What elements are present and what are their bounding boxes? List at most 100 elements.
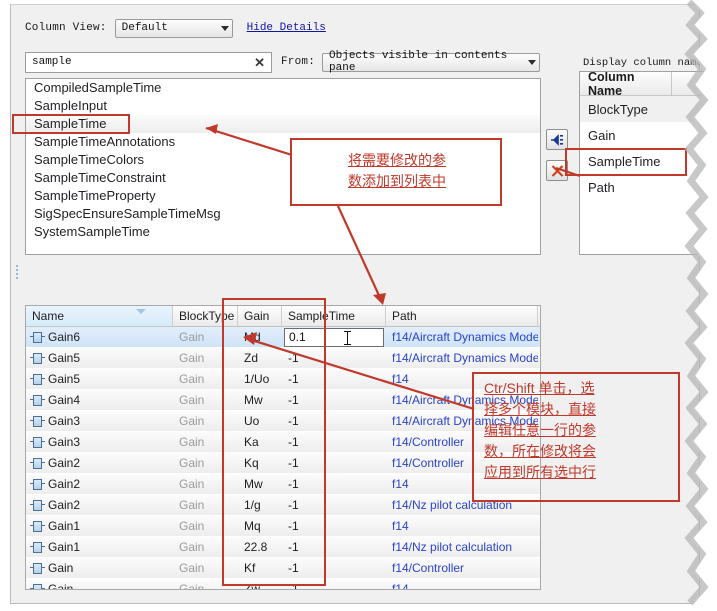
block-icon (30, 331, 45, 343)
display-column-label: BlockType (588, 101, 648, 117)
cell-path[interactable]: f14/Aircraft Dynamics Model (386, 348, 538, 368)
cell-block-type-label: Gain (179, 498, 205, 512)
annotation-line: 编辑任意一行的参 (484, 422, 596, 438)
arrow-into-list-icon (551, 133, 563, 146)
cell-name[interactable]: Gain2 (26, 474, 173, 494)
cell-name[interactable]: Gain5 (26, 348, 173, 368)
cell-block-type-label: Gain (179, 372, 205, 386)
note-right-text: Ctr/Shift 单击，选 择多个模块，直接 编辑任意一行的参 数，所在修改将会 应用… (484, 378, 670, 483)
table-header-label: Name (32, 309, 65, 323)
cell-path[interactable]: f14/Aircraft Dynamics Model (386, 327, 538, 347)
column-view-label: Column View: (25, 22, 107, 34)
chevron-down-icon (528, 59, 537, 65)
splitter-dot (16, 265, 18, 267)
highlight-sampletime-column (222, 298, 326, 586)
search-input[interactable]: sample ✕ (25, 51, 272, 73)
cell-name-label: Gain (48, 561, 74, 575)
search-scope-select[interactable]: Objects visible in contents pane (322, 50, 541, 74)
cell-name[interactable]: Gain3 (26, 432, 173, 452)
cell-path-label: f14 (392, 519, 409, 533)
cell-name-label: Gain2 (48, 498, 81, 512)
block-icon (30, 415, 45, 427)
cell-name[interactable]: Gain1 (26, 516, 173, 536)
splitter-dot (16, 269, 18, 271)
block-icon (30, 478, 45, 490)
cell-path-label: f14/Aircraft Dynamics Model (392, 351, 538, 365)
cell-name[interactable]: Gain2 (26, 495, 173, 515)
cell-block-type-label: Gain (179, 519, 205, 533)
cell-path[interactable]: f14 (386, 516, 538, 536)
cell-path-label: f14/Controller (392, 456, 465, 470)
cell-path[interactable]: f14 (386, 579, 538, 590)
block-icon (30, 352, 45, 364)
cell-name-label: Gain5 (48, 372, 81, 386)
cell-path-label: f14/Aircraft Dynamics Model (392, 330, 538, 344)
block-icon (30, 373, 45, 385)
cell-name-label: Gain (48, 582, 74, 590)
note-top-text: 将需要修改的参 数添加到列表中 (302, 150, 492, 192)
column-view-selected-value: Default (121, 22, 168, 34)
annotation-line: 数添加到列表中 (348, 173, 446, 189)
cell-name[interactable]: Gain1 (26, 537, 173, 557)
cell-path-label: f14 (392, 477, 409, 491)
display-column-item[interactable]: Path (580, 174, 710, 200)
text-cursor-icon (344, 330, 351, 345)
table-header-path[interactable]: Path (386, 306, 538, 326)
list-item[interactable]: SigSpecEnsureSampleTimeMsg (26, 205, 540, 223)
list-item[interactable]: SampleInput (26, 97, 540, 115)
cell-path-label: f14 (392, 582, 409, 590)
cell-name[interactable]: Gain4 (26, 390, 173, 410)
table-header-name[interactable]: Name (26, 306, 173, 326)
column-view-select[interactable]: Default (114, 18, 233, 38)
display-column-item[interactable]: BlockType (580, 96, 710, 122)
block-icon (30, 562, 45, 574)
model-explorer-window: Column View: Default Hide Details sample… (10, 4, 717, 604)
block-icon (30, 520, 45, 532)
cell-path-label: f14/Nz pilot calculation (392, 540, 513, 554)
annotation-line: 将需要修改的参 (348, 152, 446, 168)
close-icon[interactable]: ✕ (254, 56, 271, 69)
sort-ascending-icon (136, 309, 146, 314)
annotation-line: 应用到所有选中行 (484, 464, 596, 480)
list-item[interactable]: SystemSampleTime (26, 223, 540, 241)
search-scope-selected-value: Objects visible in contents pane (329, 50, 508, 74)
cell-name[interactable]: Gain (26, 579, 173, 590)
hide-details-link[interactable]: Hide Details (247, 22, 326, 34)
splitter-dot (16, 277, 18, 279)
cell-name[interactable]: Gain (26, 558, 173, 578)
column-list-header: Column Name (580, 72, 710, 98)
cell-name-label: Gain1 (48, 540, 81, 554)
cell-path-label: f14/Controller (392, 561, 465, 575)
block-icon (30, 394, 45, 406)
cell-name[interactable]: Gain3 (26, 411, 173, 431)
cell-name-label: Gain3 (48, 414, 81, 428)
cell-path[interactable]: f14/Nz pilot calculation (386, 537, 538, 557)
cell-path-label: f14/Controller (392, 435, 465, 449)
cell-block-type-label: Gain (179, 582, 205, 590)
display-column-item[interactable]: Gain (580, 122, 710, 148)
cell-block-type-label: Gain (179, 414, 205, 428)
cell-name[interactable]: Gain2 (26, 453, 173, 473)
display-column-label: Gain (588, 127, 616, 143)
chevron-down-icon (220, 25, 229, 31)
cell-path[interactable]: f14/Controller (386, 558, 538, 578)
block-icon (30, 457, 45, 469)
cell-name[interactable]: Gain5 (26, 369, 173, 389)
add-column-button[interactable] (546, 129, 568, 150)
list-item[interactable]: CompiledSampleTime (26, 79, 540, 97)
cell-name-label: Gain1 (48, 519, 81, 533)
cell-name-label: Gain4 (48, 393, 81, 407)
cell-block-type-label: Gain (179, 561, 205, 575)
cell-block-type-label: Gain (179, 330, 205, 344)
cell-name-label: Gain3 (48, 435, 81, 449)
cell-name-label: Gain6 (48, 330, 81, 344)
pane-splitter-handle[interactable] (16, 263, 20, 283)
cell-name[interactable]: Gain6 (26, 327, 173, 347)
cell-block-type-label: Gain (179, 540, 205, 554)
close-x-icon (551, 164, 563, 177)
cell-block-type-label: Gain (179, 393, 205, 407)
display-columns-caption: Display column names i (583, 57, 717, 69)
from-label: From: (281, 56, 316, 68)
splitter-dot (16, 273, 18, 275)
cell-block-type-label: Gain (179, 456, 205, 470)
